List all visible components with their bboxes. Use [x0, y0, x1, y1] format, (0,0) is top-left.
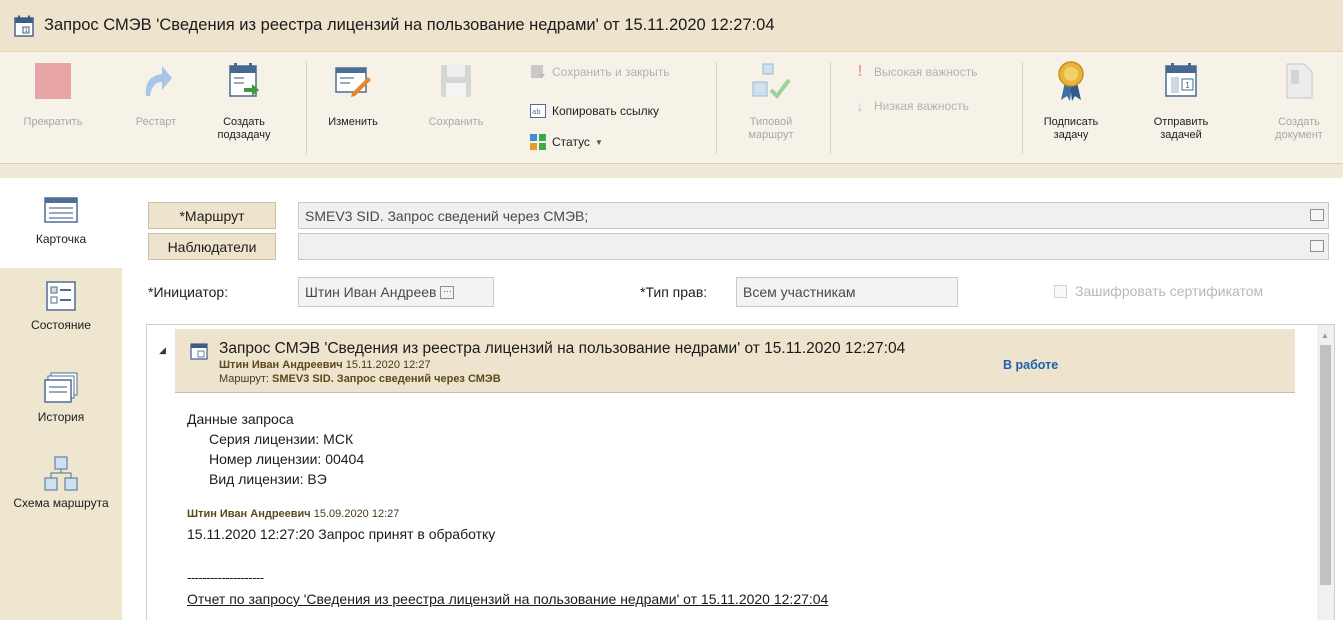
ribbon-toolbar: Прекратить Рестарт Создать подзадачу Изм…	[0, 52, 1343, 164]
field-edit-icon[interactable]	[1310, 209, 1324, 221]
send-task-icon: 1	[1161, 60, 1201, 102]
task-author: Штин Иван Андреевич	[219, 359, 343, 371]
comment-date: 15.09.2020 12:27	[313, 508, 400, 520]
comment-author: Штин Иван Андреевич	[187, 508, 311, 520]
route-button[interactable]: *Маршрут	[148, 202, 276, 229]
sidebar-item-state[interactable]: Состояние	[0, 278, 122, 362]
vertical-scrollbar[interactable]: ▲	[1317, 325, 1334, 620]
task-route-panel: ◢ Запрос СМЭВ 'Сведения из реестра лицен…	[146, 324, 1335, 620]
card-icon	[41, 192, 81, 228]
create-document-button[interactable]: Создать документ	[1264, 60, 1334, 142]
restart-button[interactable]: Рестарт	[126, 60, 186, 129]
create-subtask-icon	[224, 60, 264, 102]
low-importance-button[interactable]: ↓ Низкая важность	[852, 98, 969, 114]
route-field[interactable]: SMEV3 SID. Запрос сведений через СМЭВ;	[298, 202, 1329, 229]
medal-icon	[1051, 60, 1091, 102]
task-route-line: Маршрут: SMEV3 SID. Запрос сведений чере…	[219, 373, 501, 385]
initiator-label: *Инициатор:	[148, 284, 229, 300]
ribbon-separator	[1022, 62, 1023, 154]
calendar-task-icon	[190, 343, 208, 360]
sidebar-item-history[interactable]: История	[0, 370, 122, 452]
window-title: Запрос СМЭВ 'Сведения из реестра лицензи…	[44, 16, 775, 34]
save-close-icon	[530, 64, 546, 80]
status-grid-icon	[530, 134, 546, 150]
sidebar-item-route-scheme[interactable]: Схема маршрута	[0, 456, 122, 546]
observers-field[interactable]	[298, 233, 1329, 260]
scrollbar-thumb[interactable]	[1320, 345, 1331, 585]
history-stack-icon	[41, 370, 81, 406]
exclamation-icon: !	[857, 63, 863, 80]
request-data: Данные запроса Серия лицензии: МСК Номер…	[187, 409, 364, 489]
edit-form-icon	[333, 60, 373, 102]
window-titlebar: 1 Запрос СМЭВ 'Сведения из реестра лицен…	[0, 0, 1343, 52]
field-edit-icon[interactable]	[1310, 240, 1324, 252]
send-as-task-button[interactable]: 1 Отправить задачей	[1146, 60, 1216, 142]
ribbon-separator	[306, 62, 307, 154]
svg-text:1: 1	[25, 28, 28, 34]
status-dropdown[interactable]: Статус ▼	[530, 134, 603, 150]
checkbox-box[interactable]	[1054, 284, 1067, 298]
request-data-title: Данные запроса	[187, 411, 294, 427]
scroll-up-icon[interactable]: ▲	[1321, 331, 1329, 340]
task-status: В работе	[1003, 358, 1059, 372]
separator-line: --------------------	[187, 570, 264, 585]
restart-arrow-icon	[136, 60, 176, 102]
task-route-value: SMEV3 SID. Запрос сведений через СМЭВ	[272, 373, 501, 385]
save-and-close-button[interactable]: Сохранить и закрыть	[530, 64, 669, 80]
task-route-label: Маршрут:	[219, 373, 269, 385]
high-importance-button[interactable]: ! Высокая важность	[852, 63, 977, 80]
ribbon-separator	[830, 62, 831, 154]
stop-button[interactable]: Прекратить	[18, 60, 88, 129]
comment-text: 15.11.2020 12:27:20 Запрос принят в обра…	[187, 526, 496, 542]
edit-button[interactable]: Изменить	[318, 60, 388, 129]
task-title: Запрос СМЭВ 'Сведения из реестра лицензи…	[219, 340, 906, 357]
task-author-line: Штин Иван Андреевич 15.11.2020 12:27	[219, 359, 431, 371]
more-dots-icon[interactable]: ···	[440, 285, 455, 299]
route-check-icon	[751, 60, 791, 102]
floppy-disk-icon	[436, 60, 476, 102]
initiator-field[interactable]: Штин Иван Андреев ···	[298, 277, 494, 307]
encrypt-checkbox[interactable]: Зашифровать сертификатом	[1054, 283, 1263, 299]
route-scheme-icon	[41, 456, 81, 492]
observers-button[interactable]: Наблюдатели	[148, 233, 276, 260]
license-number: Номер лицензии: 00404	[209, 451, 365, 467]
card-main: *Маршрут SMEV3 SID. Запрос сведений чере…	[122, 178, 1343, 620]
ribbon-separator	[716, 62, 717, 154]
arrow-down-icon: ↓	[856, 98, 864, 114]
svg-text:1: 1	[1185, 81, 1190, 90]
comment-author-line: Штин Иван Андреевич 15.09.2020 12:27	[187, 508, 399, 520]
rights-type-label: *Тип прав:	[640, 284, 708, 300]
license-type: Вид лицензии: ВЭ	[209, 471, 327, 487]
license-series: Серия лицензии: МСК	[209, 431, 354, 447]
calendar-task-icon: 1	[14, 15, 34, 37]
typical-route-button[interactable]: Типовой маршрут	[734, 60, 808, 142]
save-button[interactable]: Сохранить	[424, 60, 488, 129]
chevron-down-icon: ▼	[594, 137, 603, 147]
report-link[interactable]: Отчет по запросу 'Сведения из реестра ли…	[187, 591, 828, 607]
stop-square-icon	[33, 60, 73, 102]
copy-link-button[interactable]: ab Копировать ссылку	[530, 103, 659, 119]
left-sidebar: Карточка Состояние История Схема маршрут…	[0, 178, 122, 620]
checklist-icon	[41, 278, 81, 314]
sign-task-button[interactable]: Подписать задачу	[1036, 60, 1106, 142]
collapse-triangle-icon[interactable]: ◢	[159, 345, 166, 356]
rights-type-field[interactable]: Всем участникам	[736, 277, 958, 307]
document-icon	[1279, 60, 1319, 102]
link-icon: ab	[530, 103, 546, 119]
svg-text:ab: ab	[532, 108, 541, 116]
create-subtask-button[interactable]: Создать подзадачу	[206, 60, 282, 142]
task-author-date: 15.11.2020 12:27	[345, 359, 431, 371]
sidebar-item-card[interactable]: Карточка	[0, 178, 122, 268]
task-header: Запрос СМЭВ 'Сведения из реестра лицензи…	[175, 329, 1295, 393]
